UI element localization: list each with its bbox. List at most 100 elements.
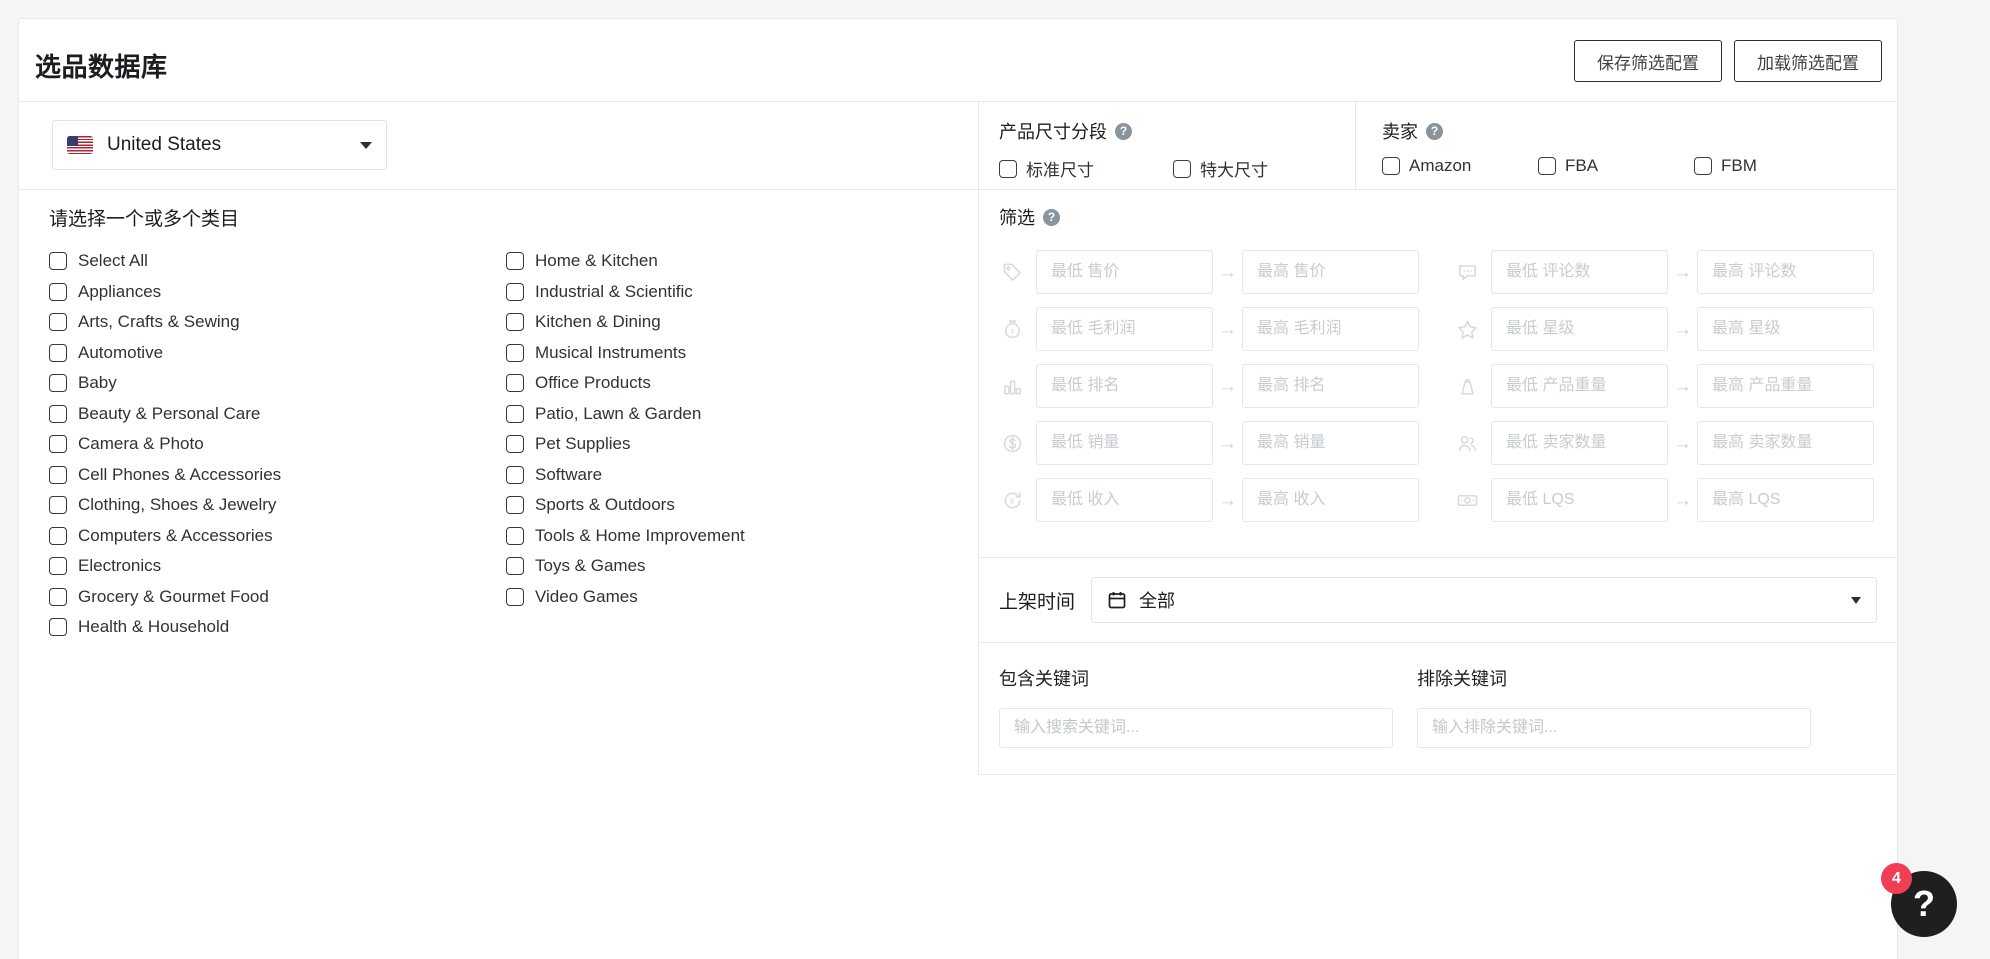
checkbox-standard-size[interactable]: 标准尺寸 — [999, 156, 1173, 181]
checkbox-box[interactable] — [49, 313, 67, 332]
category-checkbox-clothing-shoes-jewelry[interactable]: Clothing, Shoes & Jewelry — [49, 490, 474, 521]
category-checkbox-appliances[interactable]: Appliances — [49, 277, 474, 308]
category-checkbox-cell-phones-accessories[interactable]: Cell Phones & Accessories — [49, 460, 474, 491]
checkbox-box[interactable] — [49, 496, 67, 515]
category-checkbox-arts-crafts-sewing[interactable]: Arts, Crafts & Sewing — [49, 307, 474, 338]
checkbox-seller-fba[interactable]: FBA — [1538, 156, 1694, 176]
filter-max-input[interactable] — [1242, 478, 1419, 522]
checkbox-seller-amazon[interactable]: Amazon — [1382, 156, 1538, 176]
category-checkbox-office-products[interactable]: Office Products — [506, 368, 929, 399]
checkbox-box[interactable] — [506, 343, 524, 362]
category-label: Software — [535, 464, 603, 484]
checkbox-oversize[interactable]: 特大尺寸 — [1173, 156, 1268, 181]
checkbox-box[interactable] — [49, 404, 67, 423]
category-checkbox-automotive[interactable]: Automotive — [49, 338, 474, 369]
question-mark-icon[interactable]: ? — [1426, 122, 1443, 140]
checkbox-box[interactable] — [506, 526, 524, 545]
filter-max-input[interactable] — [1242, 421, 1419, 465]
category-checkbox-toys-games[interactable]: Toys & Games — [506, 551, 929, 582]
filter-max-input[interactable] — [1697, 250, 1874, 294]
checkbox-box[interactable] — [49, 587, 67, 606]
checkbox-box[interactable] — [506, 557, 524, 576]
save-filter-config-button[interactable]: 保存筛选配置 — [1574, 40, 1722, 82]
filter-row-revenue-refresh: $→ — [999, 478, 1438, 522]
filter-max-input[interactable] — [1697, 307, 1874, 351]
checkbox-box[interactable] — [506, 465, 524, 484]
filter-max-input[interactable] — [1242, 364, 1419, 408]
category-checkbox-home-kitchen[interactable]: Home & Kitchen — [506, 246, 929, 277]
category-checkbox-musical-instruments[interactable]: Musical Instruments — [506, 338, 929, 369]
filter-min-input[interactable] — [1036, 364, 1213, 408]
category-checkbox-patio-lawn-garden[interactable]: Patio, Lawn & Garden — [506, 399, 929, 430]
checkbox-box[interactable] — [999, 159, 1017, 178]
filter-max-input[interactable] — [1242, 307, 1419, 351]
load-filter-config-button[interactable]: 加载筛选配置 — [1734, 40, 1882, 82]
include-keywords-input[interactable] — [999, 708, 1393, 748]
filter-min-input[interactable] — [1036, 421, 1213, 465]
checkbox-box[interactable] — [506, 313, 524, 332]
category-checkbox-baby[interactable]: Baby — [49, 368, 474, 399]
checkbox-box[interactable] — [49, 557, 67, 576]
category-checkbox-kitchen-dining[interactable]: Kitchen & Dining — [506, 307, 929, 338]
checkbox-box[interactable] — [506, 404, 524, 423]
filter-row-bar-chart: → — [999, 364, 1438, 408]
country-select[interactable]: United States — [52, 120, 387, 170]
filter-min-input[interactable] — [1491, 421, 1668, 465]
filter-max-input[interactable] — [1697, 478, 1874, 522]
checkbox-box[interactable] — [49, 618, 67, 637]
filter-min-input[interactable] — [1036, 307, 1213, 351]
category-checkbox-industrial-scientific[interactable]: Industrial & Scientific — [506, 277, 929, 308]
filter-min-input[interactable] — [1036, 250, 1213, 294]
category-checkbox-beauty-personal-care[interactable]: Beauty & Personal Care — [49, 399, 474, 430]
listing-date-select[interactable]: 全部 — [1091, 577, 1877, 623]
checkbox-box[interactable] — [49, 465, 67, 484]
product-size-title: 产品尺寸分段 — [999, 122, 1107, 142]
category-checkbox-pet-supplies[interactable]: Pet Supplies — [506, 429, 929, 460]
filter-min-input[interactable] — [1491, 478, 1668, 522]
exclude-keywords-input[interactable] — [1417, 708, 1811, 748]
checkbox-box[interactable] — [506, 496, 524, 515]
filter-max-input[interactable] — [1697, 421, 1874, 465]
exclude-keywords-field: 排除关键词 — [1417, 665, 1811, 748]
checkbox-box[interactable] — [49, 282, 67, 301]
category-checkbox-video-games[interactable]: Video Games — [506, 582, 929, 613]
filter-max-input[interactable] — [1697, 364, 1874, 408]
filter-min-input[interactable] — [1491, 364, 1668, 408]
product-size-heading: 产品尺寸分段 ? — [999, 118, 1355, 144]
category-checkbox-grocery-gourmet-food[interactable]: Grocery & Gourmet Food — [49, 582, 474, 613]
category-checkbox-software[interactable]: Software — [506, 460, 929, 491]
filter-min-input[interactable] — [1491, 307, 1668, 351]
category-checkbox-select-all[interactable]: Select All — [49, 246, 474, 277]
category-checkbox-electronics[interactable]: Electronics — [49, 551, 474, 582]
range-arrow-icon: → — [1673, 432, 1692, 454]
question-mark-icon[interactable]: ? — [1115, 122, 1132, 140]
checkbox-box[interactable] — [1382, 157, 1400, 175]
filters-group-right: → → → → → — [1438, 250, 1897, 535]
checkbox-box[interactable] — [1694, 157, 1712, 175]
svg-text:$: $ — [1010, 497, 1014, 505]
range-arrow-icon: → — [1218, 375, 1237, 397]
checkbox-box[interactable] — [1173, 159, 1191, 178]
checkbox-box[interactable] — [506, 282, 524, 301]
question-mark-icon[interactable]: ? — [1043, 208, 1060, 226]
page-title: 选品数据库 — [35, 52, 168, 82]
filter-max-input[interactable] — [1242, 250, 1419, 294]
category-checkbox-health-household[interactable]: Health & Household — [49, 612, 474, 643]
category-checkbox-computers-accessories[interactable]: Computers & Accessories — [49, 521, 474, 552]
checkbox-seller-fbm[interactable]: FBM — [1694, 156, 1850, 176]
checkbox-box[interactable] — [1538, 157, 1556, 175]
checkbox-box[interactable] — [49, 526, 67, 545]
filter-min-input[interactable] — [1491, 250, 1668, 294]
checkbox-box[interactable] — [49, 374, 67, 393]
checkbox-box[interactable] — [506, 435, 524, 454]
category-checkbox-tools-home-improvement[interactable]: Tools & Home Improvement — [506, 521, 929, 552]
filter-min-input[interactable] — [1036, 478, 1213, 522]
category-checkbox-camera-photo[interactable]: Camera & Photo — [49, 429, 474, 460]
checkbox-box[interactable] — [506, 374, 524, 393]
category-checkbox-sports-outdoors[interactable]: Sports & Outdoors — [506, 490, 929, 521]
checkbox-box[interactable] — [49, 343, 67, 362]
checkbox-box[interactable] — [506, 252, 524, 271]
checkbox-box[interactable] — [506, 587, 524, 606]
checkbox-box[interactable] — [49, 252, 67, 271]
checkbox-box[interactable] — [49, 435, 67, 454]
